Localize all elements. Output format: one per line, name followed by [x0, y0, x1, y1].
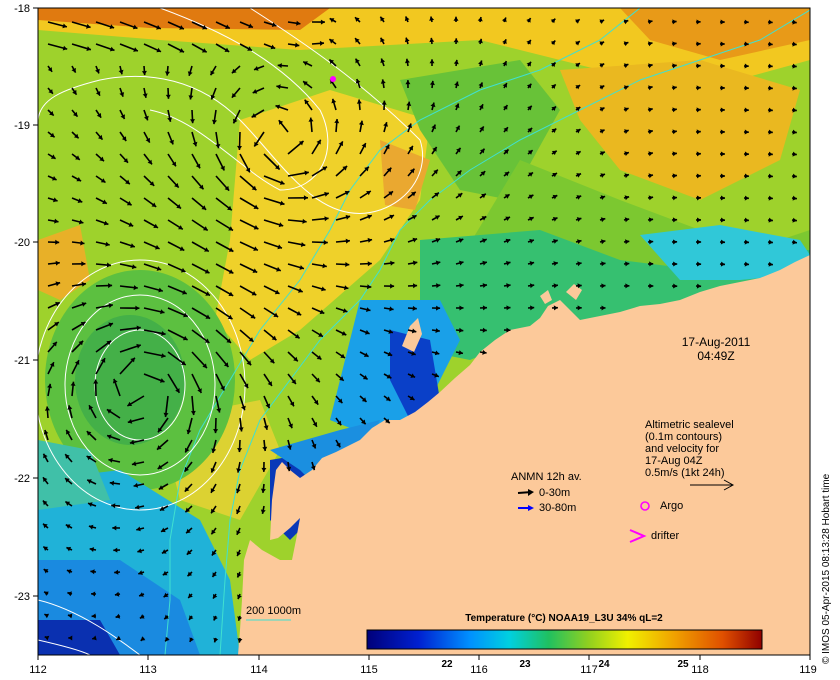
colorbar-tick: 22: [441, 659, 453, 670]
colorbar-title: Temperature (°C) NOAA19_L3U 34% qL=2: [465, 613, 663, 624]
sst-map-figure: 112 113 114 115 116 117 118 119 -18 -19 …: [14, 3, 832, 676]
lat-tick-labels: -18 -19 -20 -21 -22 -23: [14, 3, 30, 603]
lat-axis: [33, 7, 38, 597]
lon-tick-label: 117: [580, 664, 598, 676]
image-date: 17-Aug-2011: [682, 335, 751, 349]
lon-tick-label: 115: [360, 664, 378, 676]
lon-tick-label: 116: [470, 664, 488, 676]
colorbar-tick: 24: [598, 659, 610, 670]
argo-legend-label: Argo: [660, 500, 683, 512]
lon-axis: [37, 655, 811, 660]
anmn-deep-label: 30-80m: [539, 502, 576, 514]
bathymetry-legend-label: 200 1000m: [246, 605, 301, 617]
lat-tick-label: -18: [14, 3, 30, 15]
lon-tick-label: 113: [139, 664, 157, 676]
lon-tick-label: 114: [250, 664, 268, 676]
image-time: 04:49Z: [697, 349, 734, 363]
altimetry-legend-line: 17-Aug 04Z: [645, 455, 703, 467]
altimetry-legend-line: Altimetric sealevel: [645, 419, 734, 431]
lat-tick-label: -21: [14, 355, 30, 367]
lat-tick-label: -20: [14, 237, 30, 249]
lon-tick-label: 112: [29, 664, 47, 676]
altimetry-legend-line: 0.5m/s (1kt 24h): [645, 467, 724, 479]
lat-tick-label: -19: [14, 120, 30, 132]
colorbar-tick: 25: [677, 659, 689, 670]
drifter-legend-label: drifter: [651, 530, 679, 542]
altimetry-legend-line: and velocity for: [645, 443, 719, 455]
colorbar-gradient: [366, 629, 763, 650]
lat-tick-label: -23: [14, 591, 30, 603]
lon-tick-label: 119: [799, 664, 817, 676]
colorbar-tick: 23: [519, 659, 531, 670]
lon-tick-labels: 112 113 114 115 116 117 118 119: [29, 664, 817, 676]
altimetry-legend-line: (0.1m contours): [645, 431, 722, 443]
lat-tick-label: -22: [14, 473, 30, 485]
argo-float-marker: [330, 76, 336, 82]
credit-text: © IMOS 05-Apr-2015 08:13:28 Hobart time: [821, 473, 832, 664]
lon-tick-label: 118: [691, 664, 709, 676]
anmn-shallow-label: 0-30m: [539, 487, 570, 499]
anmn-legend-title: ANMN 12h av.: [511, 471, 582, 483]
